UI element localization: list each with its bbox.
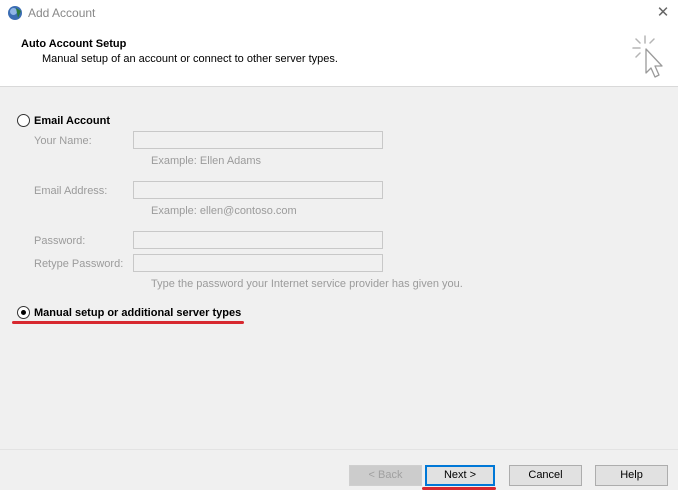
- back-button[interactable]: < Back: [349, 465, 422, 486]
- outlook-app-icon: [8, 6, 22, 20]
- retype-password-field[interactable]: [133, 254, 383, 272]
- header-title: Auto Account Setup: [21, 38, 127, 50]
- manual-setup-radio[interactable]: [17, 306, 30, 319]
- password-field[interactable]: [133, 231, 383, 249]
- close-button[interactable]: ✕: [650, 2, 676, 24]
- help-button[interactable]: Help: [595, 465, 668, 486]
- email-account-radio[interactable]: [17, 114, 30, 127]
- your-name-hint: Example: Ellen Adams: [151, 155, 262, 167]
- your-name-field[interactable]: [133, 131, 383, 149]
- email-account-label: Email Account: [34, 114, 110, 127]
- retype-password-label: Retype Password:: [34, 258, 124, 270]
- title-bar: Add Account ✕: [0, 0, 678, 26]
- password-label: Password:: [34, 235, 86, 247]
- window-title: Add Account: [28, 6, 96, 20]
- next-button[interactable]: Next >: [425, 465, 495, 486]
- manual-setup-option[interactable]: Manual setup or additional server types: [17, 306, 241, 319]
- email-account-option[interactable]: Email Account: [17, 114, 110, 127]
- wizard-header: Auto Account Setup Manual setup of an ac…: [0, 26, 678, 87]
- click-sparkle-cursor-icon: [632, 35, 663, 78]
- email-address-label: Email Address:: [34, 185, 108, 197]
- highlight-underline: [12, 321, 244, 324]
- manual-setup-label: Manual setup or additional server types: [34, 306, 242, 319]
- header-subtitle: Manual setup of an account or connect to…: [42, 53, 338, 65]
- footer-divider: [0, 449, 678, 450]
- email-address-field[interactable]: [133, 181, 383, 199]
- close-icon: ✕: [656, 4, 670, 21]
- cancel-button[interactable]: Cancel: [509, 465, 582, 486]
- password-hint: Type the password your Internet service …: [151, 278, 463, 290]
- your-name-label: Your Name:: [34, 135, 92, 147]
- email-address-hint: Example: ellen@contoso.com: [151, 205, 297, 217]
